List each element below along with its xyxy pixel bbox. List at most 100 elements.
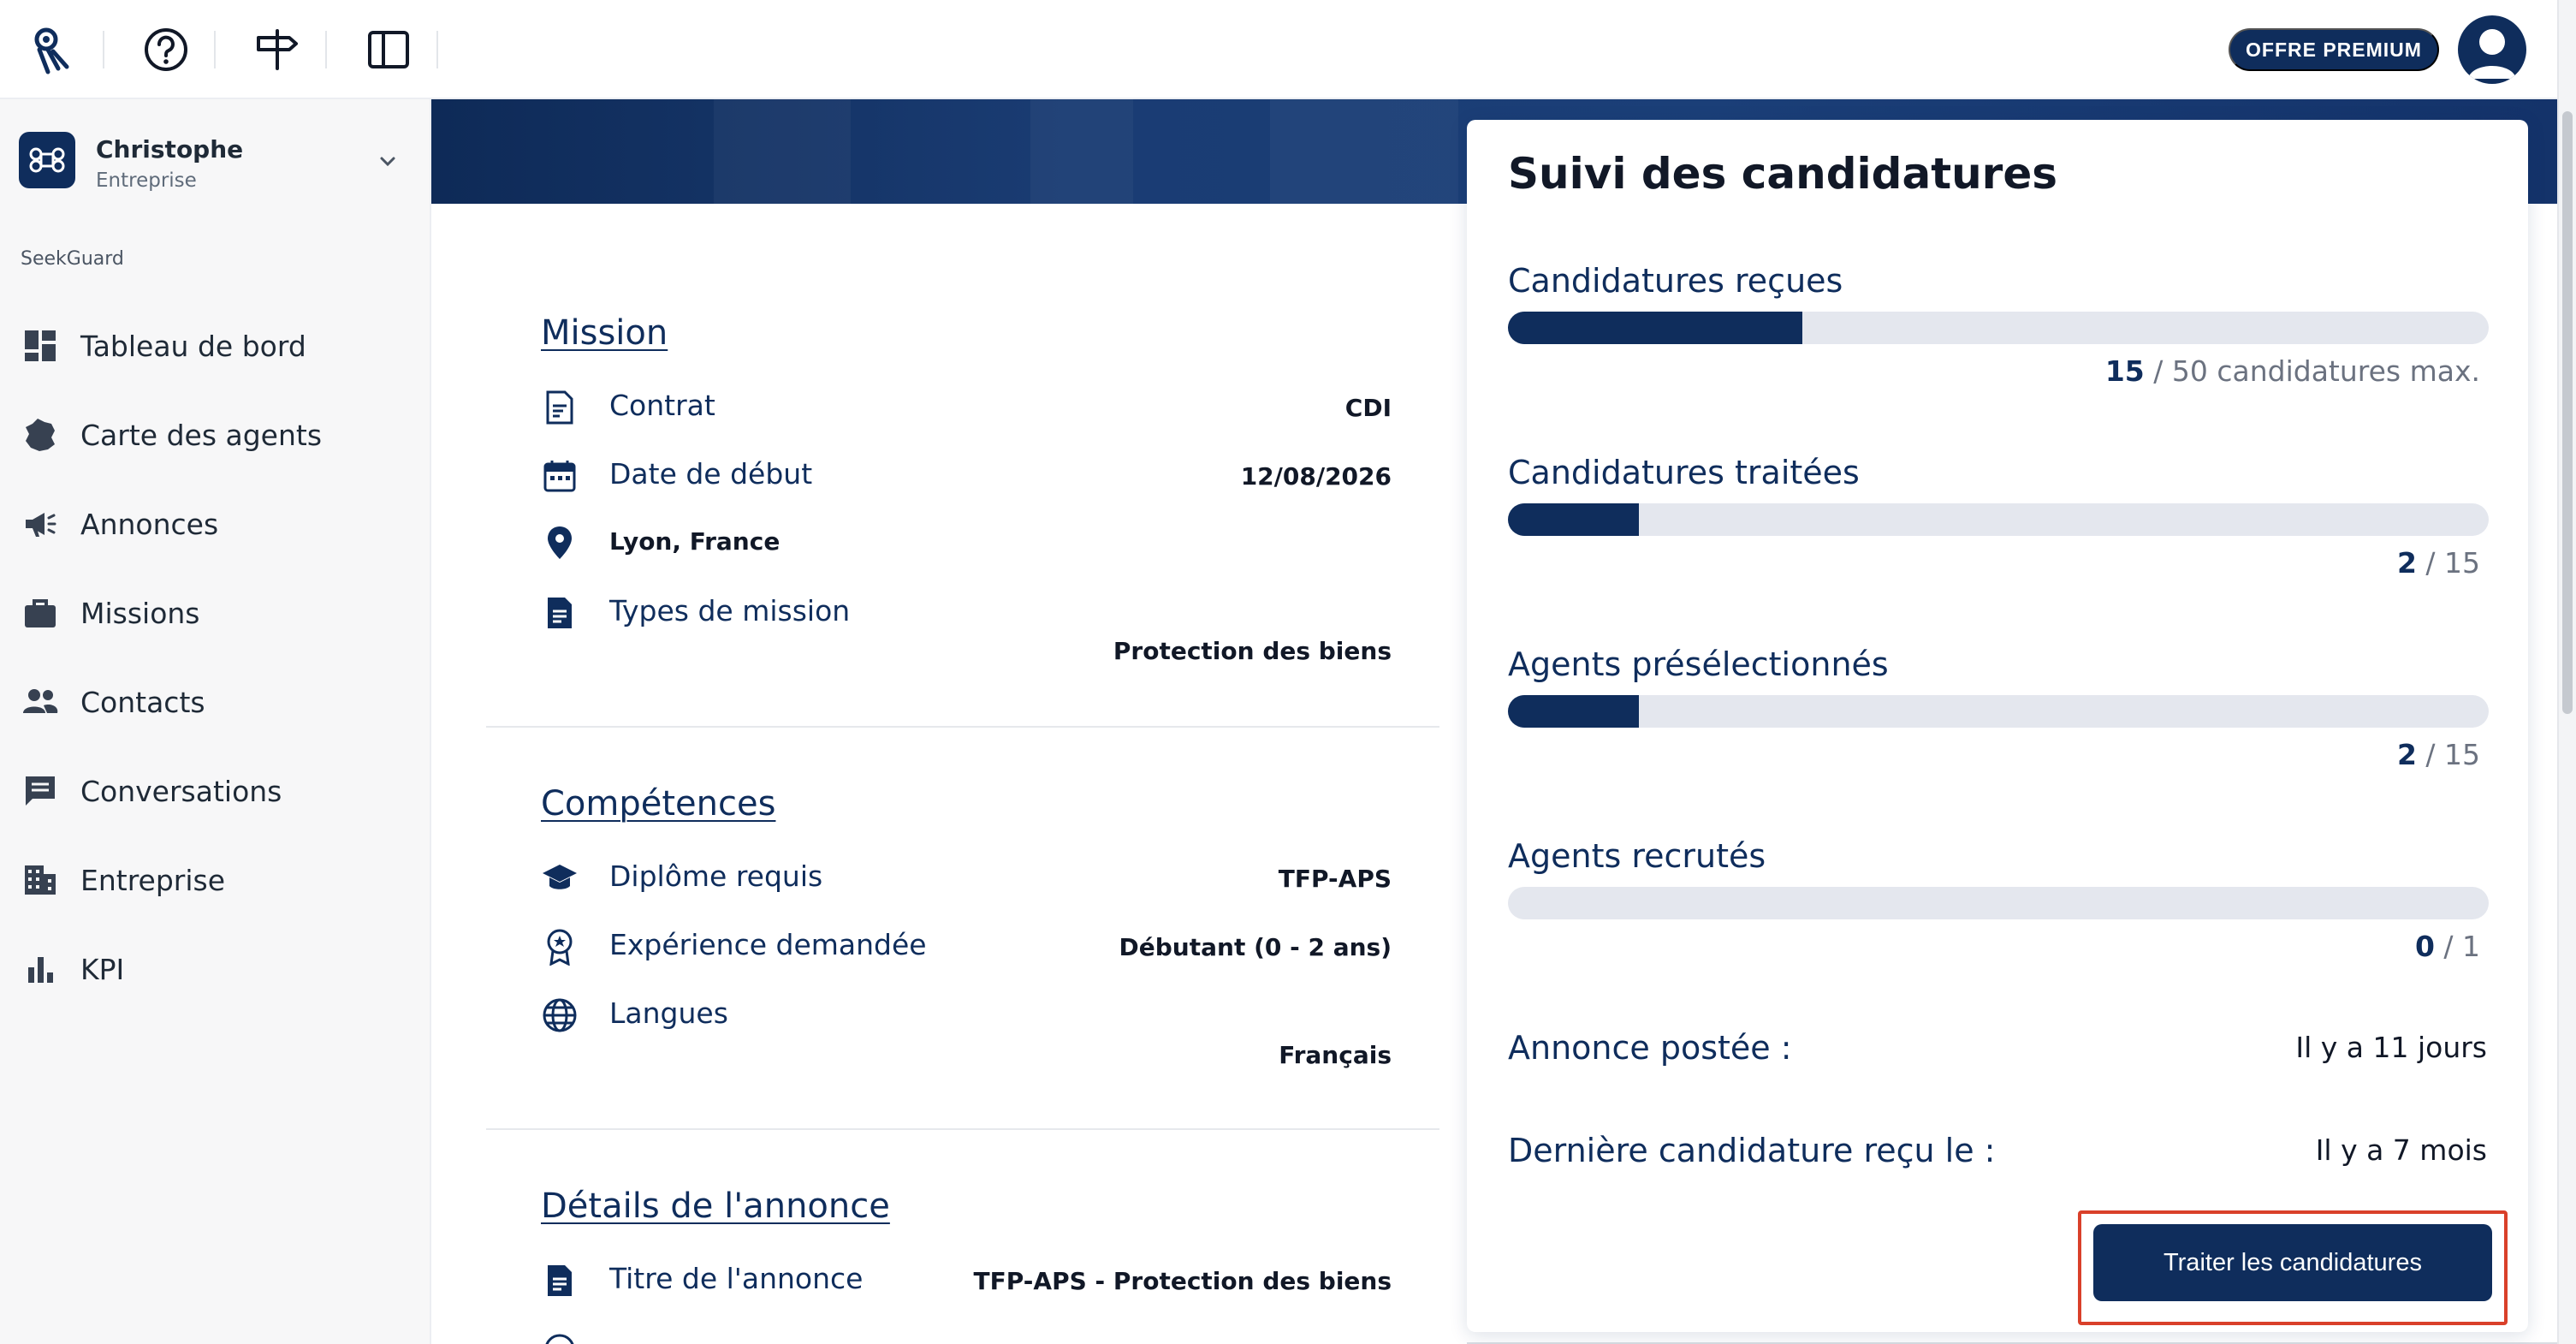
sidebar-item-missions[interactable]: Missions (0, 568, 431, 657)
experience-label: Expérience demandée (609, 928, 927, 961)
dashboard-icon (21, 326, 60, 366)
progress-bar-fill (1508, 503, 1639, 536)
progress-bar (1508, 312, 2489, 344)
banner-stripe (1030, 99, 1133, 204)
top-bar: OFFRE PREMIUM (0, 0, 2557, 99)
sidebar-nav: Tableau de bord Carte des agents Annonce… (0, 301, 431, 1014)
section-label: SeekGuard (21, 248, 124, 270)
premium-offer-button[interactable]: OFFRE PREMIUM (2229, 28, 2439, 71)
avatar[interactable] (2458, 15, 2526, 84)
metric-count: 0 / 1 (2415, 930, 2480, 963)
diploma-value: TFP-APS (1278, 865, 1392, 893)
metric-count: 15 / 50 candidatures max. (2105, 354, 2480, 388)
people-icon (21, 682, 60, 722)
progress-bar (1508, 503, 2489, 536)
calendar-icon (541, 457, 579, 495)
mission-section-title: Mission (541, 313, 668, 353)
ad-posted-label: Annonce postée : (1508, 1029, 1792, 1067)
chevron-down-icon[interactable] (375, 149, 401, 175)
signpost-icon[interactable] (248, 21, 306, 79)
megaphone-icon (21, 504, 60, 544)
sidebar-item-label: Missions (80, 596, 200, 630)
org-type: Entreprise (96, 169, 197, 192)
sidebar-item-tableau-de-bord[interactable]: Tableau de bord (0, 301, 431, 390)
toolbar-separator (325, 31, 327, 68)
app-logo-icon[interactable] (24, 21, 82, 79)
metric-count-number: 0 (2414, 930, 2435, 963)
skills-section-title: Compétences (541, 784, 776, 824)
toolbar-separator (214, 31, 216, 68)
banner-stripe (1270, 99, 1458, 204)
briefcase-icon (21, 593, 60, 633)
metric-label: Candidatures reçues (1508, 262, 1843, 300)
sidebar-item-label: KPI (80, 952, 125, 986)
metric-count-max: / 50 candidatures max. (2144, 354, 2480, 388)
sidebar-item-entreprise[interactable]: Entreprise (0, 836, 431, 925)
progress-bar-fill (1508, 312, 1802, 344)
contract-value: CDI (1344, 394, 1392, 422)
main-content: Mission Contrat CDI Date de début 12/08/… (431, 204, 1467, 1344)
mission-types-label: Types de mission (609, 594, 851, 627)
experience-value: Débutant (0 - 2 ans) (1119, 933, 1392, 961)
chat-icon (21, 771, 60, 811)
metric-count: 2 / 15 (2397, 546, 2480, 580)
progress-bar-fill (1508, 695, 1639, 728)
sidebar-item-contacts[interactable]: Contacts (0, 657, 431, 746)
visibility-icon (541, 1330, 579, 1344)
contract-document-icon (541, 389, 579, 426)
graduation-cap-icon (541, 859, 579, 897)
command-icon (19, 132, 75, 188)
sidebar-item-label: Contacts (80, 685, 205, 719)
sidebar-item-label: Carte des agents (80, 418, 323, 452)
banner-stripe (714, 99, 851, 204)
sidebar-toggle-icon[interactable] (359, 21, 418, 79)
diploma-label: Diplôme requis (609, 859, 823, 893)
start-date-label: Date de début (609, 457, 813, 491)
languages-value: Français (1279, 1041, 1392, 1069)
process-applications-button[interactable]: Traiter les candidatures (2093, 1224, 2492, 1301)
building-icon (21, 860, 60, 900)
sidebar-item-label: Conversations (80, 774, 282, 808)
sidebar-item-kpi[interactable]: KPI (0, 925, 431, 1014)
sidebar-item-conversations[interactable]: Conversations (0, 746, 431, 836)
metric-count-number: 2 (2396, 738, 2417, 771)
metric-label: Agents recrutés (1508, 837, 1766, 875)
last-application-value: Il y a 7 mois (2315, 1133, 2487, 1167)
sidebar-item-label: Entreprise (80, 863, 226, 897)
ad-title-label: Titre de l'annonce (609, 1262, 864, 1295)
contract-label: Contrat (609, 389, 715, 422)
sidebar-item-label: Tableau de bord (80, 329, 306, 363)
sidebar-item-annonces[interactable]: Annonces (0, 479, 431, 568)
metric-count-max: / 15 (2416, 546, 2480, 580)
details-section-title: Détails de l'annonce (541, 1186, 890, 1226)
applications-tracking-card: Suivi des candidatures Candidatures reçu… (1467, 120, 2528, 1332)
cta-highlight-frame: Traiter les candidatures (2078, 1210, 2508, 1325)
map-france-icon (21, 415, 60, 455)
mission-types-value: Protection des biens (1113, 637, 1392, 665)
toolbar-separator (436, 31, 438, 68)
org-name: Christophe (96, 135, 244, 164)
card-title: Suivi des candidatures (1508, 149, 2058, 199)
help-icon[interactable] (137, 21, 195, 79)
globe-icon (541, 996, 579, 1034)
progress-bar (1508, 695, 2489, 728)
last-application-label: Dernière candidature reçu le : (1508, 1132, 1996, 1169)
scrollbar-thumb[interactable] (2562, 111, 2573, 714)
location-pin-icon (541, 524, 579, 562)
metric-count-number: 2 (2396, 546, 2417, 580)
start-date-value: 12/08/2026 (1240, 462, 1392, 491)
metric-count-max: / 15 (2416, 738, 2480, 771)
organization-switcher[interactable]: Christophe Entreprise (19, 125, 413, 193)
scrollbar[interactable] (2557, 0, 2576, 1344)
section-divider (486, 1128, 1439, 1130)
sidebar-item-label: Annonces (80, 507, 219, 541)
toolbar-separator (103, 31, 104, 68)
metric-label: Candidatures traitées (1508, 454, 1860, 491)
ad-posted-value: Il y a 11 jours (2295, 1031, 2487, 1064)
progress-bar (1508, 887, 2489, 919)
metric-count-number: 15 (2104, 354, 2145, 388)
award-badge-icon (541, 928, 579, 966)
sidebar-item-carte-des-agents[interactable]: Carte des agents (0, 390, 431, 479)
sidebar: Christophe Entreprise SeekGuard Tableau … (0, 99, 431, 1344)
document-icon (541, 594, 579, 632)
